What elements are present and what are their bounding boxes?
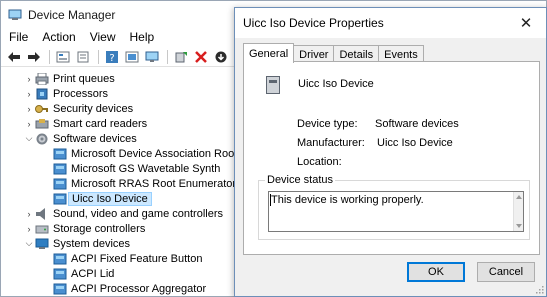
- device-tree: › Print queues › Processors › Security d…: [1, 69, 260, 297]
- device-icon: [53, 148, 67, 160]
- general-tab-panel: Uicc Iso Device Device type: Software de…: [243, 61, 540, 255]
- speaker-icon: [35, 207, 49, 220]
- collapsed-chevron-icon[interactable]: ›: [23, 206, 35, 221]
- device-manager-app-icon: [8, 9, 22, 21]
- gear-icon: [35, 133, 49, 145]
- device-name: Uicc Iso Device: [298, 78, 374, 90]
- tree-item-software-devices[interactable]: ⌵ Software devices: [23, 131, 137, 146]
- scroll-up-arrow-icon[interactable]: [516, 195, 522, 199]
- device-type-value: Software devices: [375, 118, 459, 130]
- tree-item-ms-gs-wavetable[interactable]: Microsoft GS Wavetable Synth: [53, 161, 220, 176]
- toolbar-separator: [49, 49, 50, 64]
- status-scrollbar[interactable]: [513, 192, 523, 231]
- location-label: Location:: [297, 156, 342, 168]
- device-manager-title: Device Manager: [28, 7, 116, 22]
- dialog-title: Uicc Iso Device Properties: [243, 16, 384, 30]
- tree-item-acpi-fixed-feature[interactable]: ACPI Fixed Feature Button: [53, 251, 202, 266]
- tree-item-processors[interactable]: › Processors: [23, 86, 109, 101]
- forward-arrow-icon[interactable]: [25, 49, 43, 65]
- device-icon: [53, 193, 67, 205]
- key-icon: [35, 103, 49, 115]
- tree-item-sound-video-game[interactable]: › Sound, video and game controllers: [23, 206, 223, 221]
- collapsed-chevron-icon[interactable]: ›: [23, 221, 35, 236]
- tree-item-acpi-lid[interactable]: ACPI Lid: [53, 266, 114, 281]
- device-icon: [53, 253, 67, 265]
- tab-strip: General Driver Details Events: [243, 43, 424, 63]
- chip-icon: [35, 88, 49, 100]
- manufacturer-value: Uicc Iso Device: [377, 137, 453, 149]
- properties-icon[interactable]: [74, 49, 92, 65]
- expanded-chevron-icon[interactable]: ⌵: [23, 131, 35, 146]
- device-type-label: Device type:: [297, 118, 358, 130]
- device-icon: [53, 178, 67, 190]
- uninstall-icon[interactable]: [192, 49, 210, 65]
- device-status-group: Device status This device is working pro…: [258, 174, 530, 240]
- menu-help[interactable]: Help: [130, 30, 155, 44]
- toolbar-separator: [167, 49, 168, 64]
- tree-item-security-devices[interactable]: › Security devices: [23, 101, 134, 116]
- manufacturer-label: Manufacturer:: [297, 137, 365, 149]
- ok-button[interactable]: OK: [407, 262, 465, 282]
- expanded-chevron-icon[interactable]: ⌵: [23, 236, 35, 251]
- tab-general[interactable]: General: [243, 43, 295, 63]
- device-icon: [53, 268, 67, 280]
- card-reader-icon: [35, 118, 49, 130]
- update-driver-icon[interactable]: [172, 49, 190, 65]
- help-icon[interactable]: ?: [103, 49, 121, 65]
- tree-item-system-devices[interactable]: ⌵ System devices: [23, 236, 130, 251]
- close-icon[interactable]: ✕: [512, 13, 540, 33]
- device-status-legend: Device status: [265, 174, 336, 186]
- tree-item-smart-card-readers[interactable]: › Smart card readers: [23, 116, 148, 131]
- download-icon[interactable]: [212, 49, 230, 65]
- menu-action[interactable]: Action: [42, 30, 75, 44]
- dialog-titlebar: Uicc Iso Device Properties ✕: [235, 8, 546, 38]
- device-icon[interactable]: [123, 49, 141, 65]
- back-arrow-icon[interactable]: [5, 49, 23, 65]
- tree-item-acpi-processor-aggregator[interactable]: ACPI Processor Aggregator: [53, 281, 206, 296]
- tree-item-ms-rras-root[interactable]: Microsoft RRAS Root Enumerator: [53, 176, 236, 191]
- svg-text:?: ?: [109, 53, 114, 63]
- cancel-button[interactable]: Cancel: [477, 262, 535, 282]
- tree-item-storage-controllers[interactable]: › Storage controllers: [23, 221, 146, 236]
- tree-item-ms-device-association[interactable]: Microsoft Device Association Root Enu: [53, 146, 260, 161]
- collapsed-chevron-icon[interactable]: ›: [23, 101, 35, 116]
- collapsed-chevron-icon[interactable]: ›: [23, 116, 35, 131]
- device-status-text: This device is working properly.: [271, 194, 424, 206]
- device-icon: [53, 283, 67, 295]
- properties-dialog: Uicc Iso Device Properties ✕ General Dri…: [234, 7, 547, 297]
- tree-item-print-queues[interactable]: › Print queues: [23, 71, 115, 86]
- device-icon: [53, 163, 67, 175]
- menu-file[interactable]: File: [9, 30, 28, 44]
- monitor-icon[interactable]: [143, 49, 161, 65]
- collapsed-chevron-icon[interactable]: ›: [23, 71, 35, 86]
- printer-icon: [35, 72, 49, 85]
- device-status-textbox[interactable]: This device is working properly.: [268, 191, 524, 232]
- tree-item-uicc-iso-device[interactable]: Uicc Iso Device: [53, 191, 152, 206]
- collapsed-chevron-icon[interactable]: ›: [23, 86, 35, 101]
- menu-view[interactable]: View: [90, 30, 116, 44]
- storage-icon: [35, 223, 49, 235]
- toolbar-separator: [98, 49, 99, 64]
- computer-icon: [35, 238, 49, 250]
- resize-grip-icon[interactable]: [534, 284, 544, 294]
- device-tree-icon[interactable]: [54, 49, 72, 65]
- device-large-icon: [264, 74, 284, 96]
- scroll-down-arrow-icon[interactable]: [516, 224, 522, 228]
